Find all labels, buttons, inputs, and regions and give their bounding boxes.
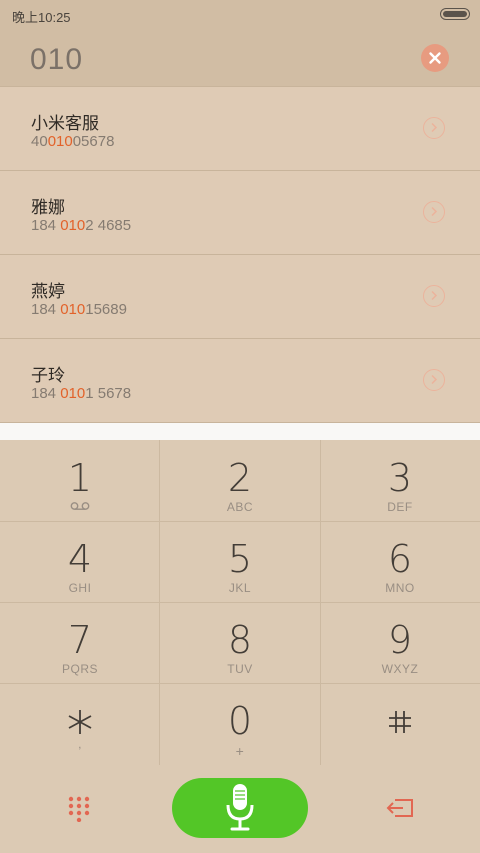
key-letters: ,: [78, 737, 82, 751]
key-digit: 6: [387, 537, 413, 581]
contact-number: 184 01015689: [31, 301, 127, 318]
key-letters: PQRS: [61, 662, 98, 676]
key-letters: JKL: [228, 581, 252, 595]
key-digit: 3: [387, 456, 413, 500]
dialpad-toggle-button[interactable]: [68, 796, 90, 823]
status-bar: 晚上10:25: [0, 0, 480, 28]
contact-result-row[interactable]: 小米客服 4001005678: [0, 87, 480, 171]
clear-icon: [429, 52, 441, 64]
key-4[interactable]: 4 GHI: [0, 521, 160, 602]
contact-name: 雅娜: [31, 198, 65, 218]
clear-button[interactable]: [421, 44, 449, 72]
contact-name: 燕婷: [31, 282, 65, 302]
key-letters: ABC: [226, 500, 254, 514]
contact-number: 184 0101 5678: [31, 385, 132, 402]
key-letters: MNO: [385, 581, 415, 595]
asterisk-symbol: [0, 701, 160, 741]
chevron-right-icon[interactable]: [423, 369, 445, 391]
contact-results-list: 小米客服 4001005678 雅娜 184 0102 4685 燕婷 184 …: [0, 87, 480, 423]
key-hash[interactable]: [320, 683, 480, 765]
key-digit: 5: [227, 537, 253, 581]
chevron-right-icon[interactable]: [423, 285, 445, 307]
chevron-right-icon[interactable]: [423, 117, 445, 139]
number-match-highlight: 010: [60, 217, 86, 234]
key-digit: 4: [67, 537, 93, 581]
key-letters: GHI: [68, 581, 92, 595]
chevron-right-icon[interactable]: [423, 201, 445, 223]
typed-number[interactable]: 010: [30, 43, 83, 77]
contact-result-row[interactable]: 雅娜 184 0102 4685: [0, 171, 480, 255]
key-star[interactable]: ,: [0, 683, 160, 765]
contact-number: 4001005678: [31, 133, 115, 150]
key-digit: 9: [387, 618, 413, 662]
hash-symbol: [320, 701, 480, 741]
key-7[interactable]: 7 PQRS: [0, 602, 160, 683]
contact-name: 小米客服: [31, 114, 99, 134]
dialpad-icon: [68, 796, 90, 823]
key-digit: 2: [227, 456, 253, 500]
number-match-highlight: 010: [47, 133, 73, 150]
backspace-icon: [386, 799, 413, 817]
key-letters: WXYZ: [381, 662, 419, 676]
key-letters: DEF: [387, 500, 413, 514]
key-6[interactable]: 6 MNO: [320, 521, 480, 602]
battery-icon: [440, 8, 470, 20]
voicemail-icon: [0, 500, 160, 514]
dial-input-bar: 010: [0, 28, 480, 87]
key-0[interactable]: 0 +: [160, 683, 320, 765]
dial-keypad: 1 2 ABC 3 DEF 4 GHI 5 JKL 6 MNO 7 PQRS 8…: [0, 440, 480, 765]
backspace-button[interactable]: [385, 795, 415, 821]
number-match-highlight: 010: [60, 385, 86, 402]
key-letters: TUV: [227, 662, 253, 676]
status-time: 晚上10:25: [12, 10, 71, 25]
number-match-highlight: 010: [60, 301, 86, 318]
key-5[interactable]: 5 JKL: [160, 521, 320, 602]
bottom-action-bar: [0, 765, 480, 853]
key-digit: 1: [67, 456, 93, 500]
key-digit: 7: [67, 618, 93, 662]
microphone-icon: [226, 784, 254, 831]
key-digit: 8: [227, 618, 253, 662]
contact-result-row[interactable]: 燕婷 184 01015689: [0, 255, 480, 339]
contact-result-row[interactable]: 子玲 184 0101 5678: [0, 339, 480, 423]
key-digit: 0: [227, 699, 253, 743]
key-letters: +: [235, 743, 245, 759]
contact-number: 184 0102 4685: [31, 217, 132, 234]
key-1[interactable]: 1: [0, 440, 160, 521]
voice-call-button[interactable]: [172, 778, 308, 838]
key-2[interactable]: 2 ABC: [160, 440, 320, 521]
key-8[interactable]: 8 TUV: [160, 602, 320, 683]
key-3[interactable]: 3 DEF: [320, 440, 480, 521]
key-9[interactable]: 9 WXYZ: [320, 602, 480, 683]
contact-name: 子玲: [31, 366, 65, 386]
